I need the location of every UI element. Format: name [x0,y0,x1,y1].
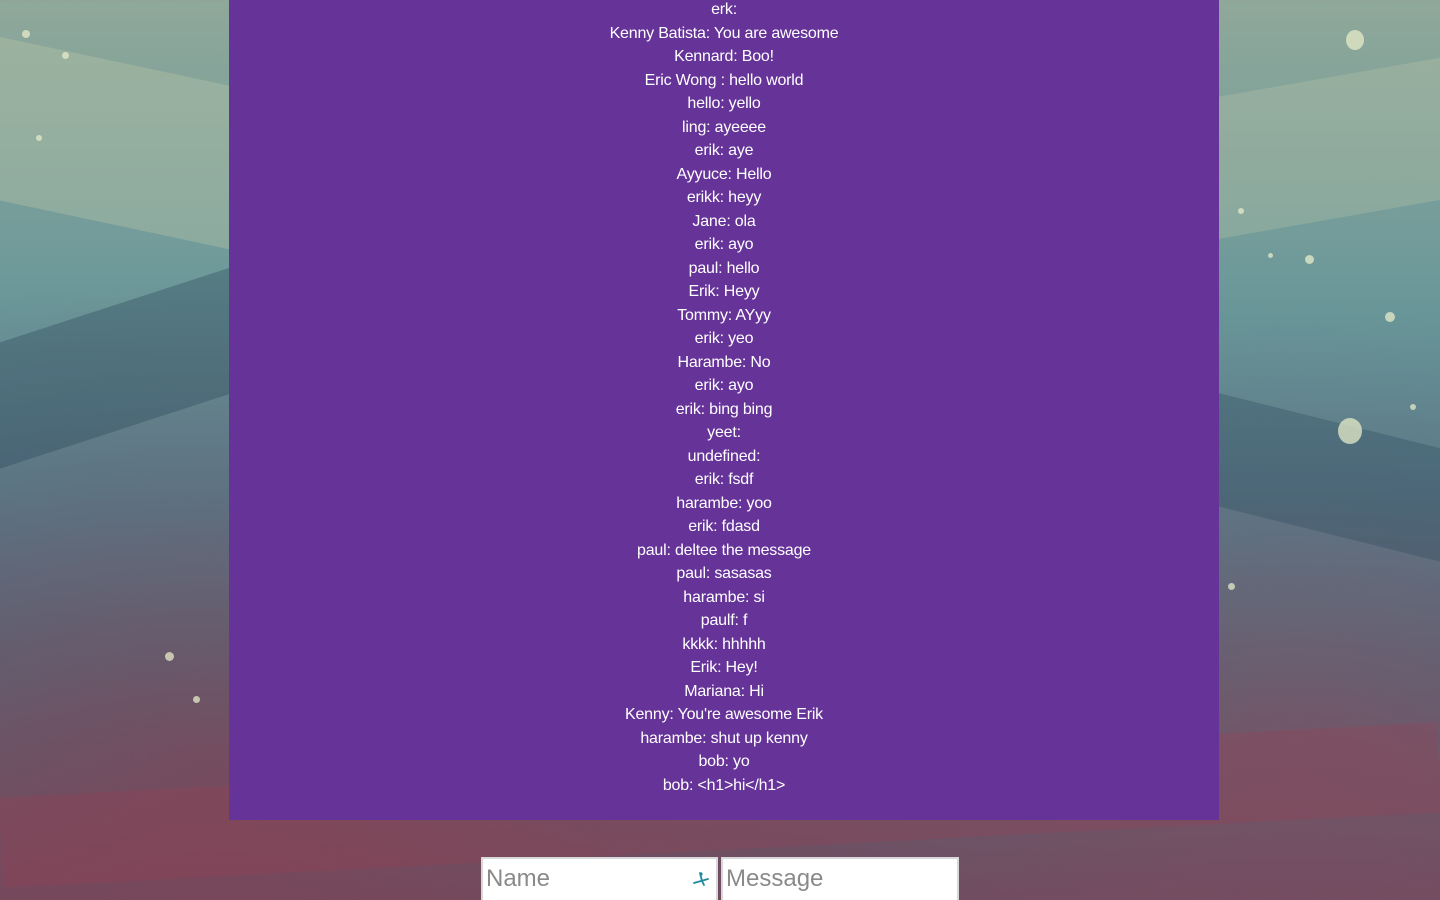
background-star [1238,208,1244,214]
background-star [62,52,69,59]
chat-message: hello: yello [687,95,761,112]
chat-message: bob: yo [698,753,750,770]
chat-message: erik: fsdf [694,471,754,488]
background-star [165,652,174,661]
background-star [1228,583,1235,590]
chat-message: Harambe: No [677,353,771,371]
background-star [1338,418,1362,444]
chat-message: undefined: [687,447,761,465]
contact-autofill-icon[interactable] [692,869,712,889]
chat-message: erik: ayo [694,236,754,253]
background-star [36,135,42,141]
background-star [1305,255,1314,264]
chat-message: Kenny: You're awesome Erik [625,706,823,723]
background-star [1410,404,1416,410]
chat-message: paul: sasasas [676,565,772,582]
background-star [1346,30,1364,50]
chat-message: erik: bing bing [675,400,773,418]
chat-message: Ayyuce: Hello [676,165,772,183]
chat-message: harambe: yoo [676,494,772,512]
name-field-wrapper [481,857,718,900]
message-field-wrapper [721,857,959,900]
chat-message: erik: fdasd [688,518,760,535]
background-star [1268,253,1273,258]
chat-message: erik: yeo [694,330,754,347]
chat-message: yeet: [707,424,741,441]
chat-message: ling: ayeeee [682,118,766,136]
chat-message: paul: hello [688,259,760,277]
chat-message: bob: <h1>hi</h1> [662,776,786,794]
chat-message: paulf: f [700,612,748,629]
chat-message: Erik: Hey! [690,659,758,676]
chat-message: erik: aye [694,142,754,159]
chat-message: Erik: Heyy [688,283,760,300]
background-star [193,696,200,703]
chat-message: kkkk: hhhhh [682,635,766,653]
chat-message: Kennard: Boo! [674,48,774,65]
chat-message: erik: ayo [694,377,754,394]
chat-message: Jane: ola [692,212,756,230]
message-input[interactable] [723,859,957,899]
chat-message: Eric Wong : hello world [644,71,804,89]
chat-message: erikk: heyy [686,189,762,206]
message-list: erk: Kenny Batista: You are awesome Kenn… [229,0,1219,797]
chat-message: Mariana: Hi [684,682,764,700]
name-input[interactable] [483,859,716,899]
chat-message: harambe: shut up kenny [640,729,808,747]
background-star [1385,312,1395,322]
chat-message: erk: [711,1,737,18]
chat-message: paul: deltee the message [637,541,811,559]
background-star [22,30,30,38]
chat-message: harambe: si [683,588,765,606]
chat-message: Tommy: AYyy [677,306,771,324]
chat-log-panel: erk: Kenny Batista: You are awesome Kenn… [229,0,1219,820]
chat-message: Kenny Batista: You are awesome [609,24,839,42]
